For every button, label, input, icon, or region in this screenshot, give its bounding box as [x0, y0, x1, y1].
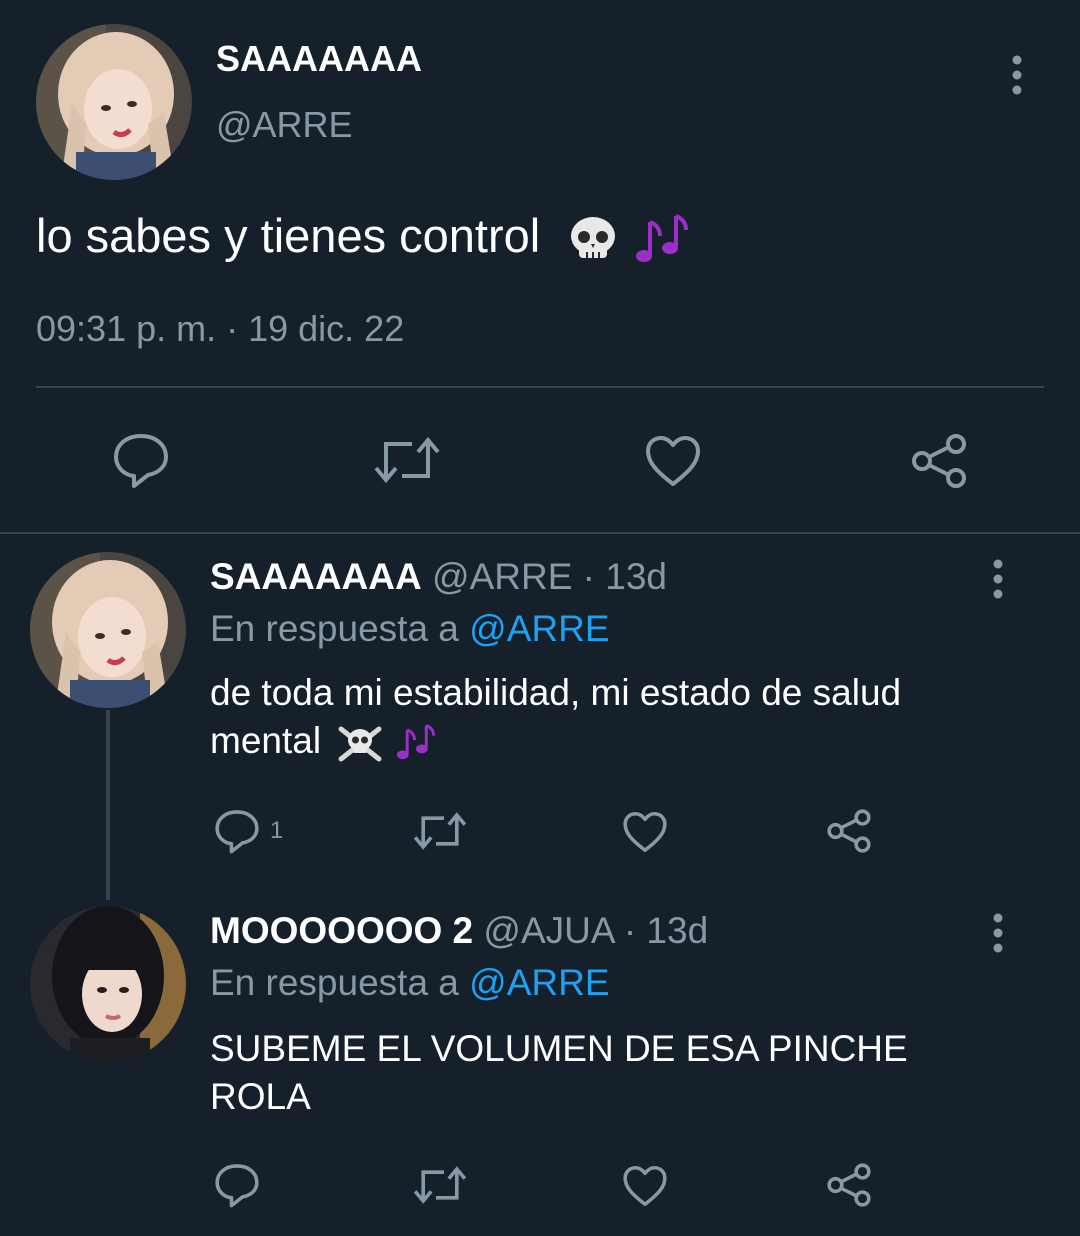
like-icon: [623, 811, 667, 853]
main-reply-button[interactable]: [112, 432, 170, 488]
more-vertical-icon: [1012, 55, 1022, 95]
main-tweet-display-name[interactable]: SAAAAAAA: [216, 38, 422, 80]
share-icon: [912, 434, 966, 488]
reply1-text-line2: mental: [210, 720, 322, 761]
reply-icon: [114, 434, 168, 488]
reply1-time[interactable]: · 13d: [583, 556, 667, 597]
skull-crossbones-emoji: [338, 726, 382, 762]
reply2-avatar[interactable]: [30, 906, 186, 1062]
main-retweet-button[interactable]: [372, 434, 442, 486]
reply1-replying-to: En respuesta a @ARRE: [210, 608, 610, 650]
reply2-display-name[interactable]: MOOOOOOO 2: [210, 910, 473, 951]
reply2-header: MOOOOOOO 2 @AJUA · 13d: [210, 910, 708, 952]
reply2-handle[interactable]: @AJUA: [483, 910, 613, 951]
reply2-share-button[interactable]: [826, 1162, 872, 1208]
main-share-button[interactable]: [910, 432, 968, 490]
reply1-handle[interactable]: @ARRE: [432, 556, 572, 597]
reply2-reply-button[interactable]: [214, 1162, 260, 1208]
reply1-replying-prefix: En respuesta a: [210, 608, 459, 649]
reply2-replying-to: En respuesta a @ARRE: [210, 962, 610, 1004]
main-tweet-text-content: lo sabes y tienes control: [36, 209, 541, 262]
skull-emoji: [571, 216, 616, 258]
reply2-time[interactable]: · 13d: [624, 910, 708, 951]
musical-notes-emoji: [396, 724, 435, 760]
more-vertical-icon: [993, 559, 1003, 599]
thread-connector-line: [106, 710, 110, 900]
reply1-text-line2-row: mental: [210, 720, 438, 764]
reply2-text-line1: SUBEME EL VOLUMEN DE ESA PINCHE: [210, 1028, 908, 1069]
reply1-reply-count: 1: [270, 817, 284, 844]
share-icon: [827, 1163, 871, 1207]
reply1-display-name[interactable]: SAAAAAAA: [210, 556, 422, 597]
reply1-share-button[interactable]: [826, 808, 872, 854]
retweet-icon: [374, 436, 440, 484]
main-tweet-handle[interactable]: @ARRE: [216, 104, 353, 146]
reply1-like-button[interactable]: [622, 810, 668, 854]
reply1-more-button[interactable]: [978, 554, 1018, 604]
reply2-text-line2: ROLA: [210, 1076, 311, 1117]
reply1-reply-button[interactable]: 1: [214, 808, 283, 854]
reply1-text-line1: de toda mi estabilidad, mi estado de sal…: [210, 672, 902, 713]
reply-icon: [215, 810, 259, 854]
main-tweet-divider: [36, 386, 1044, 388]
retweet-icon: [413, 1166, 467, 1204]
reply2-replying-handle[interactable]: @ARRE: [469, 962, 609, 1003]
like-icon: [646, 436, 700, 486]
reply1-replying-handle[interactable]: @ARRE: [469, 608, 609, 649]
section-divider: [0, 532, 1080, 534]
main-tweet-more-button[interactable]: [997, 50, 1037, 100]
reply1-avatar[interactable]: [30, 552, 186, 708]
musical-notes-emoji: [636, 213, 689, 262]
main-like-button[interactable]: [644, 434, 702, 488]
reply2-like-button[interactable]: [622, 1164, 668, 1208]
reply2-more-button[interactable]: [978, 908, 1018, 958]
more-vertical-icon: [993, 913, 1003, 953]
main-tweet-timestamp[interactable]: 09:31 p. m. · 19 dic. 22: [36, 308, 404, 350]
retweet-icon: [413, 812, 467, 850]
reply-icon: [215, 1164, 259, 1208]
main-tweet-avatar[interactable]: [36, 24, 192, 180]
reply1-retweet-button[interactable]: [412, 810, 468, 852]
tweet-thread-screen: SAAAAAAA @ARRE lo sabes y tienes control: [0, 0, 1080, 1236]
reply1-header: SAAAAAAA @ARRE · 13d: [210, 556, 667, 598]
reply2-replying-prefix: En respuesta a: [210, 962, 459, 1003]
reply2-retweet-button[interactable]: [412, 1164, 468, 1206]
share-icon: [827, 809, 871, 853]
main-tweet-text: lo sabes y tienes control: [36, 208, 692, 268]
like-icon: [623, 1165, 667, 1207]
